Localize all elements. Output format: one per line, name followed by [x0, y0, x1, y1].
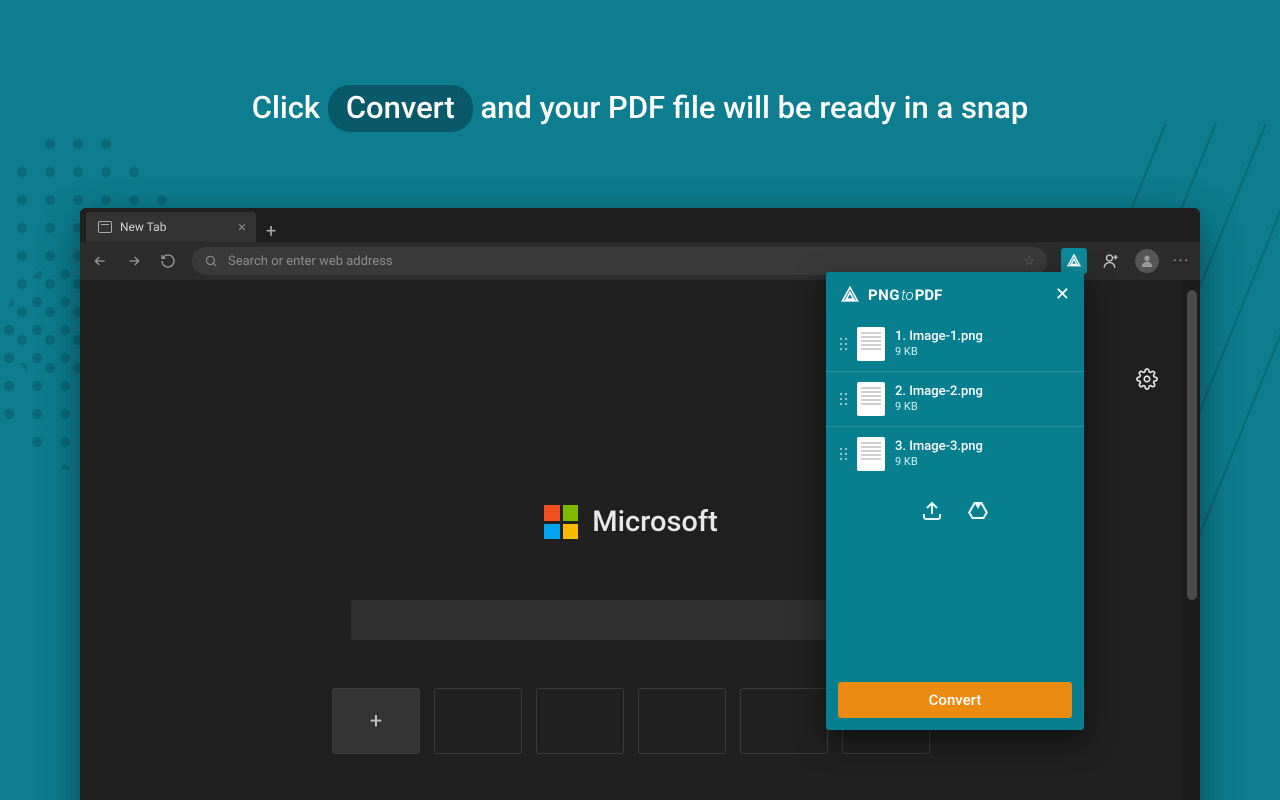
- more-menu-icon[interactable]: ···: [1173, 253, 1190, 269]
- search-icon: [204, 254, 218, 268]
- popup-brand: PNGtoPDF: [840, 285, 942, 305]
- google-drive-icon[interactable]: [966, 499, 990, 527]
- quick-link-tile[interactable]: [536, 688, 624, 754]
- promo-tagline: Click Convert and your PDF file will be …: [0, 85, 1280, 132]
- close-popup-icon[interactable]: ✕: [1055, 284, 1070, 305]
- profile-avatar[interactable]: [1135, 249, 1159, 273]
- brand-logo-icon: [840, 285, 860, 305]
- extension-popup: PNGtoPDF ✕ 1. Image-1.png 9 KB 2. Image-…: [826, 272, 1084, 730]
- browser-tab[interactable]: New Tab ×: [86, 212, 256, 242]
- drag-handle-icon[interactable]: [840, 393, 847, 405]
- microsoft-logo-icon: [544, 505, 578, 539]
- file-row[interactable]: 1. Image-1.png 9 KB: [826, 317, 1084, 372]
- file-thumbnail: [857, 327, 885, 361]
- upload-icon[interactable]: [920, 499, 944, 527]
- newtab-page-icon: [98, 221, 112, 233]
- file-list: 1. Image-1.png 9 KB 2. Image-2.png 9 KB …: [826, 313, 1084, 481]
- file-row[interactable]: 3. Image-3.png 9 KB: [826, 427, 1084, 481]
- forward-button[interactable]: [124, 251, 144, 271]
- settings-gear-icon[interactable]: [1136, 368, 1158, 390]
- new-tab-button[interactable]: +: [266, 221, 276, 242]
- microsoft-wordmark: Microsoft: [592, 505, 718, 539]
- file-size: 9 KB: [895, 455, 983, 469]
- drag-handle-icon[interactable]: [840, 338, 847, 350]
- quick-link-tile[interactable]: [740, 688, 828, 754]
- file-size: 9 KB: [895, 400, 983, 414]
- back-button[interactable]: [90, 251, 110, 271]
- tab-title: New Tab: [120, 220, 166, 234]
- extension-icon-pngtopdf[interactable]: [1061, 248, 1087, 274]
- add-profile-icon[interactable]: [1101, 251, 1121, 271]
- file-name: 3. Image-3.png: [895, 439, 983, 455]
- tagline-highlight: Convert: [328, 85, 473, 132]
- file-size: 9 KB: [895, 345, 983, 359]
- file-thumbnail: [857, 382, 885, 416]
- convert-button[interactable]: Convert: [838, 682, 1072, 718]
- file-thumbnail: [857, 437, 885, 471]
- drag-handle-icon[interactable]: [840, 448, 847, 460]
- address-bar[interactable]: Search or enter web address ☆: [192, 247, 1047, 275]
- quick-link-tile[interactable]: [434, 688, 522, 754]
- close-tab-icon[interactable]: ×: [238, 220, 246, 235]
- vertical-scrollbar[interactable]: [1182, 280, 1200, 800]
- refresh-button[interactable]: [158, 251, 178, 271]
- favorite-icon[interactable]: ☆: [1023, 254, 1035, 269]
- quick-link-tile[interactable]: [638, 688, 726, 754]
- file-name: 2. Image-2.png: [895, 384, 983, 400]
- file-row[interactable]: 2. Image-2.png 9 KB: [826, 372, 1084, 427]
- add-quick-link-tile[interactable]: +: [332, 688, 420, 754]
- file-name: 1. Image-1.png: [895, 329, 983, 345]
- address-placeholder: Search or enter web address: [228, 254, 393, 269]
- tab-strip: New Tab × +: [80, 208, 1200, 242]
